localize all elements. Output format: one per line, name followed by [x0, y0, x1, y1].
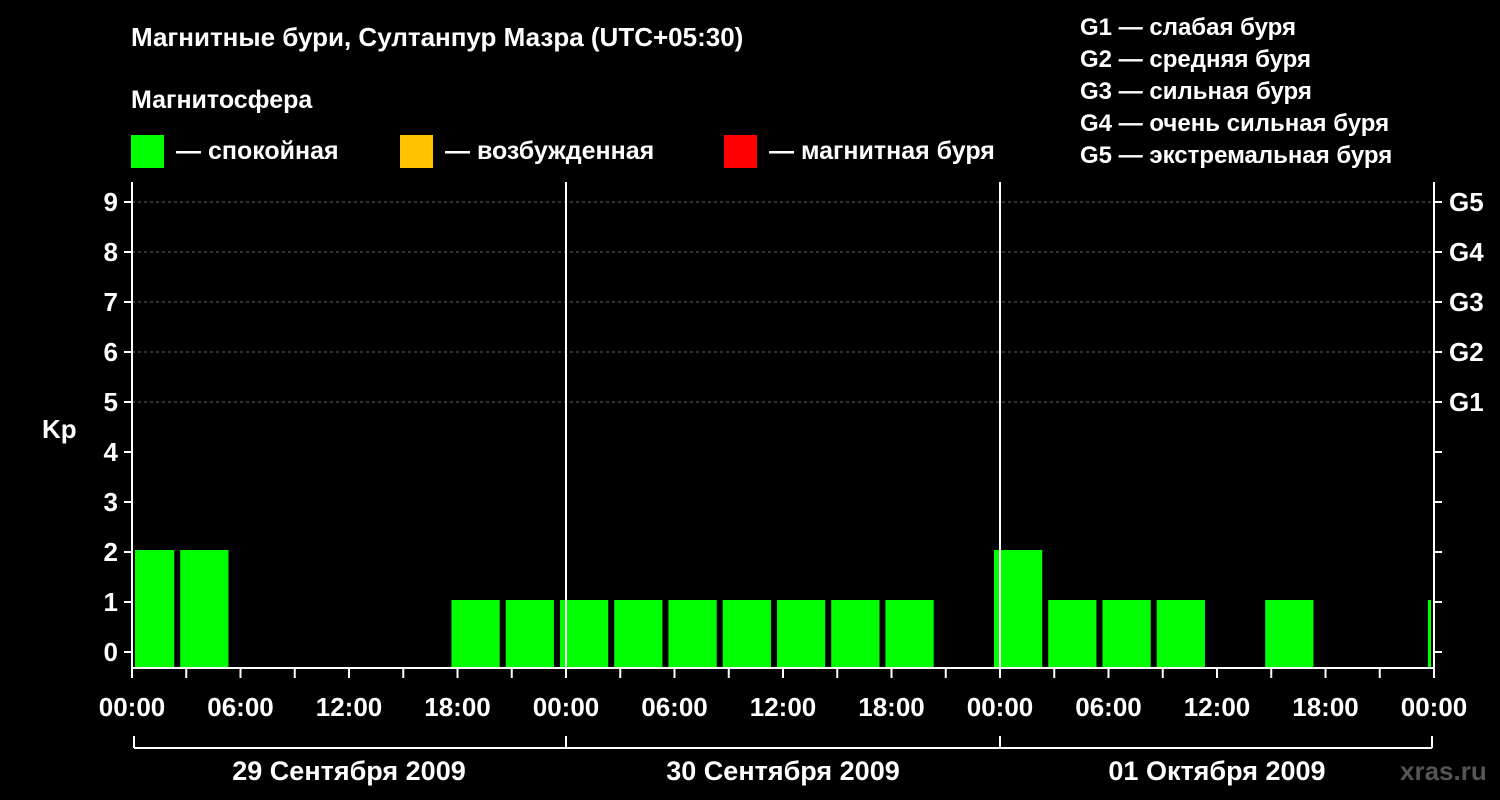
legend-item-disturbed: — возбужденная [400, 134, 654, 168]
x-tick-label: 12:00 [316, 692, 383, 722]
kp-bar [451, 600, 500, 668]
y-tick-label: 8 [104, 237, 118, 267]
g-tick-label: G4 [1449, 237, 1484, 267]
x-tick-label: 12:00 [750, 692, 817, 722]
kp-bar [1102, 600, 1151, 668]
g-legend-g1: G1 — слабая буря [1080, 14, 1297, 41]
kp-bar [1265, 600, 1314, 668]
y-tick-label: 9 [104, 187, 118, 217]
y-tick-label: 3 [104, 487, 118, 517]
y-tick-label: 4 [104, 437, 119, 467]
day-label: 29 Сентября 2009 [232, 756, 465, 786]
legend-item-storm: — магнитная буря [724, 134, 995, 168]
kp-bar [668, 600, 717, 668]
legend-label-disturbed: — возбужденная [445, 136, 655, 165]
kp-bar [993, 550, 1043, 668]
g-legend-g5: G5 — экстремальная буря [1080, 142, 1393, 169]
y-tick-label: 6 [104, 337, 118, 367]
x-tick-label: 00:00 [99, 692, 166, 722]
kp-bar [776, 600, 826, 668]
kp-bar [885, 600, 934, 668]
x-tick-label: 00:00 [533, 692, 600, 722]
kp-bar [614, 600, 663, 668]
kp-bar [1427, 600, 1431, 668]
kp-bar [1048, 600, 1097, 668]
g-tick-label: G1 [1449, 387, 1484, 417]
day-label: 30 Сентября 2009 [666, 756, 899, 786]
legend-label-storm: — магнитная буря [769, 136, 995, 165]
kp-bar [722, 600, 771, 668]
y-tick-label: 5 [104, 387, 118, 417]
y-tick-label: 2 [104, 537, 118, 567]
kp-bar [1156, 600, 1205, 668]
legend-swatch-disturbed [400, 134, 433, 168]
g-legend-g3: G3 — сильная буря [1080, 78, 1312, 105]
g-tick-label: G5 [1449, 187, 1484, 217]
chart-title: Магнитные бури, Султанпур Мазра (UTC+05:… [131, 22, 744, 52]
x-tick-label: 06:00 [207, 692, 274, 722]
x-tick-label: 06:00 [1075, 692, 1142, 722]
g-legend-g2: G2 — средняя буря [1080, 46, 1311, 73]
legend-label-quiet: — спокойная [176, 136, 339, 165]
x-tick-label: 18:00 [424, 692, 491, 722]
y-tick-label: 1 [104, 587, 118, 617]
watermark: xras.ru [1400, 756, 1487, 786]
g-scale-legend: G1 — слабая буря G2 — средняя буря G3 — … [1080, 12, 1392, 172]
y-tick-label: 0 [104, 637, 118, 667]
x-tick-label: 18:00 [1292, 692, 1359, 722]
g-tick-label: G2 [1449, 337, 1484, 367]
g-tick-label: G3 [1449, 287, 1484, 317]
x-tick-label: 00:00 [1401, 692, 1468, 722]
x-tick-label: 12:00 [1184, 692, 1251, 722]
g-legend-g4: G4 — очень сильная буря [1080, 110, 1390, 137]
legend-subtitle: Магнитосфера [131, 86, 313, 114]
kp-bar [505, 600, 554, 668]
kp-bar [831, 600, 880, 668]
kp-bar [559, 600, 609, 668]
legend-swatch-storm [724, 134, 757, 168]
legend-swatch-quiet [131, 134, 164, 168]
x-tick-label: 18:00 [858, 692, 925, 722]
y-axis-label: Kp [42, 414, 77, 444]
x-tick-label: 00:00 [967, 692, 1034, 722]
day-label: 01 Октября 2009 [1108, 756, 1325, 786]
x-tick-label: 06:00 [641, 692, 708, 722]
y-tick-label: 7 [104, 287, 118, 317]
legend-item-quiet: — спокойная [131, 134, 339, 168]
kp-bar [135, 550, 175, 668]
kp-bar [180, 550, 229, 668]
